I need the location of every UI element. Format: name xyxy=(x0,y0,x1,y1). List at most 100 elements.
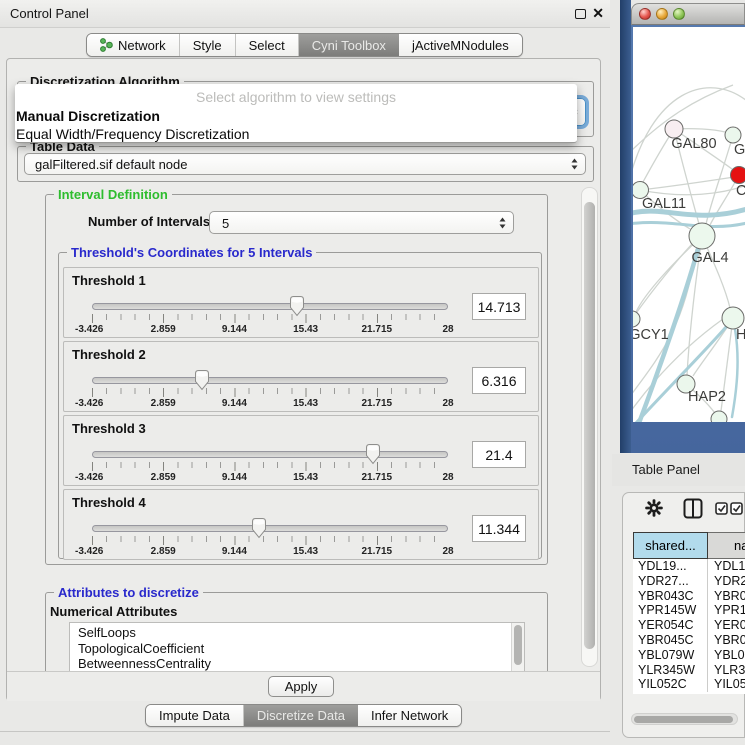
settings-scrollbar[interactable] xyxy=(581,187,598,667)
slider-track[interactable] xyxy=(92,377,448,384)
threshold-2-panel: Threshold 2-3.4262.8599.14415.4321.71528… xyxy=(63,341,539,412)
threshold-value-input[interactable]: 6.316 xyxy=(472,367,526,394)
list-scrollbar[interactable] xyxy=(511,623,524,672)
tab-network[interactable]: Network xyxy=(87,34,180,56)
network-canvas[interactable]: GAL80GACGAL11GAL4GCY1HHAP2 xyxy=(633,27,745,422)
tab-cyni-toolbox[interactable]: Cyni Toolbox xyxy=(299,34,399,56)
threshold-slider[interactable]: -3.4262.8599.14415.4321.71528 xyxy=(92,268,448,339)
slider-thumb[interactable] xyxy=(250,517,268,539)
tab-style[interactable]: Style xyxy=(180,34,236,56)
attribute-item-betweennesscentrality[interactable]: BetweennessCentrality xyxy=(70,656,524,672)
table-row[interactable]: YBL079WYBL079W xyxy=(633,648,745,663)
interval-definition-group: Interval Definition Number of Intervals … xyxy=(45,194,548,565)
cell-shared-name[interactable]: YBL079W xyxy=(633,648,708,663)
attribute-item-selfloops[interactable]: SelfLoops xyxy=(70,623,524,641)
cell-shared-name[interactable]: YIL052C xyxy=(633,677,708,692)
table-panel: shared... name YDL19...YDL19...YDR27...Y… xyxy=(622,492,745,738)
threshold-value-input[interactable]: 11.344 xyxy=(472,515,526,542)
cell-name[interactable]: YER054C xyxy=(708,618,745,633)
cell-shared-name[interactable]: YLR345W xyxy=(633,663,708,678)
apply-button[interactable]: Apply xyxy=(268,676,334,697)
cell-name[interactable]: YDR27... xyxy=(708,574,745,589)
attribute-item-topologicalcoefficient[interactable]: TopologicalCoefficient xyxy=(70,641,524,657)
close-icon[interactable]: ✕ xyxy=(592,5,604,22)
table-row[interactable]: YBR043CYBR043C xyxy=(633,589,745,604)
threshold-3-panel: Threshold 3-3.4262.8599.14415.4321.71528… xyxy=(63,415,539,486)
number-of-intervals-combobox[interactable]: 5 xyxy=(209,211,514,234)
cell-name[interactable]: YDL19... xyxy=(708,559,745,574)
checkboxes-icon[interactable] xyxy=(715,502,745,516)
zoom-traffic-light-icon[interactable] xyxy=(673,8,685,20)
cell-shared-name[interactable]: YBR043C xyxy=(633,589,708,604)
cell-name[interactable]: YBL079W xyxy=(708,648,745,663)
network-node[interactable] xyxy=(633,311,640,327)
slider-thumb[interactable] xyxy=(193,369,211,391)
table-row[interactable]: YDR27...YDR27... xyxy=(633,574,745,589)
cell-shared-name[interactable]: YPR145W xyxy=(633,603,708,618)
columns-icon[interactable] xyxy=(683,498,703,519)
cell-shared-name[interactable]: YDR27... xyxy=(633,574,708,589)
table-row[interactable]: YPR145WYPR145W xyxy=(633,603,745,618)
tab-impute-data[interactable]: Impute Data xyxy=(146,705,244,726)
table-row[interactable]: YLR345WYLR345W xyxy=(633,663,745,678)
tab-label: Infer Network xyxy=(371,708,448,723)
threshold-slider[interactable]: -3.4262.8599.14415.4321.71528 xyxy=(92,342,448,413)
cell-name[interactable]: YIL052C xyxy=(708,677,745,692)
threshold-value-input[interactable]: 14.713 xyxy=(472,293,526,320)
cell-shared-name[interactable]: YER054C xyxy=(633,618,708,633)
table-row[interactable]: YDL19...YDL19... xyxy=(633,559,745,574)
network-node[interactable] xyxy=(731,167,745,184)
slider-track[interactable] xyxy=(92,451,448,458)
tab-infer-network[interactable]: Infer Network xyxy=(358,705,461,726)
tab-select[interactable]: Select xyxy=(236,34,299,56)
threshold-slider[interactable]: -3.4262.8599.14415.4321.71528 xyxy=(92,416,448,487)
attributes-title: Attributes to discretize xyxy=(54,585,203,600)
algorithm-option-manual-discretization[interactable]: Manual Discretization xyxy=(16,108,160,124)
slider-tick-label: 21.715 xyxy=(362,398,393,409)
cell-name[interactable]: YBR045C xyxy=(708,633,745,648)
slider-tick-label: 15.43 xyxy=(293,472,318,483)
cell-name[interactable]: YBR043C xyxy=(708,589,745,604)
gear-icon[interactable] xyxy=(645,499,663,517)
cell-name[interactable]: YPR145W xyxy=(708,603,745,618)
slider-major-ticks xyxy=(92,388,448,397)
network-node[interactable] xyxy=(722,307,744,329)
cell-shared-name[interactable]: YDL19... xyxy=(633,559,708,574)
network-node[interactable] xyxy=(725,127,741,143)
column-header-shared-name[interactable]: shared... xyxy=(633,532,708,559)
close-traffic-light-icon[interactable] xyxy=(639,8,651,20)
table-row[interactable]: YBR045CYBR045C xyxy=(633,633,745,648)
algorithm-option-equal-width-frequency-discretization[interactable]: Equal Width/Frequency Discretization xyxy=(16,126,249,142)
slider-thumb[interactable] xyxy=(364,443,382,465)
table-hscrollbar[interactable] xyxy=(631,713,738,725)
tab-jactivemnodules[interactable]: jActiveMNodules xyxy=(399,34,522,56)
tab-discretize-data[interactable]: Discretize Data xyxy=(244,705,358,726)
list-scrollbar-thumb[interactable] xyxy=(514,625,522,665)
cell-shared-name[interactable]: YBR045C xyxy=(633,633,708,648)
threshold-value-input[interactable]: 21.4 xyxy=(472,441,526,468)
slider-track[interactable] xyxy=(92,303,448,310)
tab-label: Style xyxy=(193,38,222,53)
table-row[interactable]: YER054CYER054C xyxy=(633,618,745,633)
column-header-name[interactable]: name xyxy=(708,532,745,559)
network-node[interactable] xyxy=(689,223,715,249)
network-window-titlebar[interactable] xyxy=(631,3,745,25)
table-hscrollbar-thumb[interactable] xyxy=(634,716,733,723)
threshold-slider[interactable]: -3.4262.8599.14415.4321.71528 xyxy=(92,490,448,561)
stepper-icon xyxy=(571,158,578,171)
table-data-combobox[interactable]: galFiltered.sif default node xyxy=(24,153,586,175)
minimize-traffic-light-icon[interactable] xyxy=(656,8,668,20)
table-row[interactable]: YIL052CYIL052C xyxy=(633,677,745,692)
slider-tick-label: 2.859 xyxy=(151,398,176,409)
float-window-icon[interactable] xyxy=(575,9,586,19)
cell-name[interactable]: YLR345W xyxy=(708,663,745,678)
number-of-intervals-label: Number of Intervals xyxy=(88,214,210,229)
network-node[interactable] xyxy=(711,411,727,422)
slider-tick-label: 21.715 xyxy=(362,324,393,335)
slider-thumb[interactable] xyxy=(288,295,306,317)
table-panel-bar: Table Panel xyxy=(612,454,745,486)
settings-scrollbar-thumb[interactable] xyxy=(584,202,595,649)
node-table[interactable]: shared... name YDL19...YDL19...YDR27...Y… xyxy=(633,532,745,694)
numerical-attributes-list[interactable]: SelfLoopsTopologicalCoefficientBetweenne… xyxy=(69,622,525,673)
slider-track[interactable] xyxy=(92,525,448,532)
